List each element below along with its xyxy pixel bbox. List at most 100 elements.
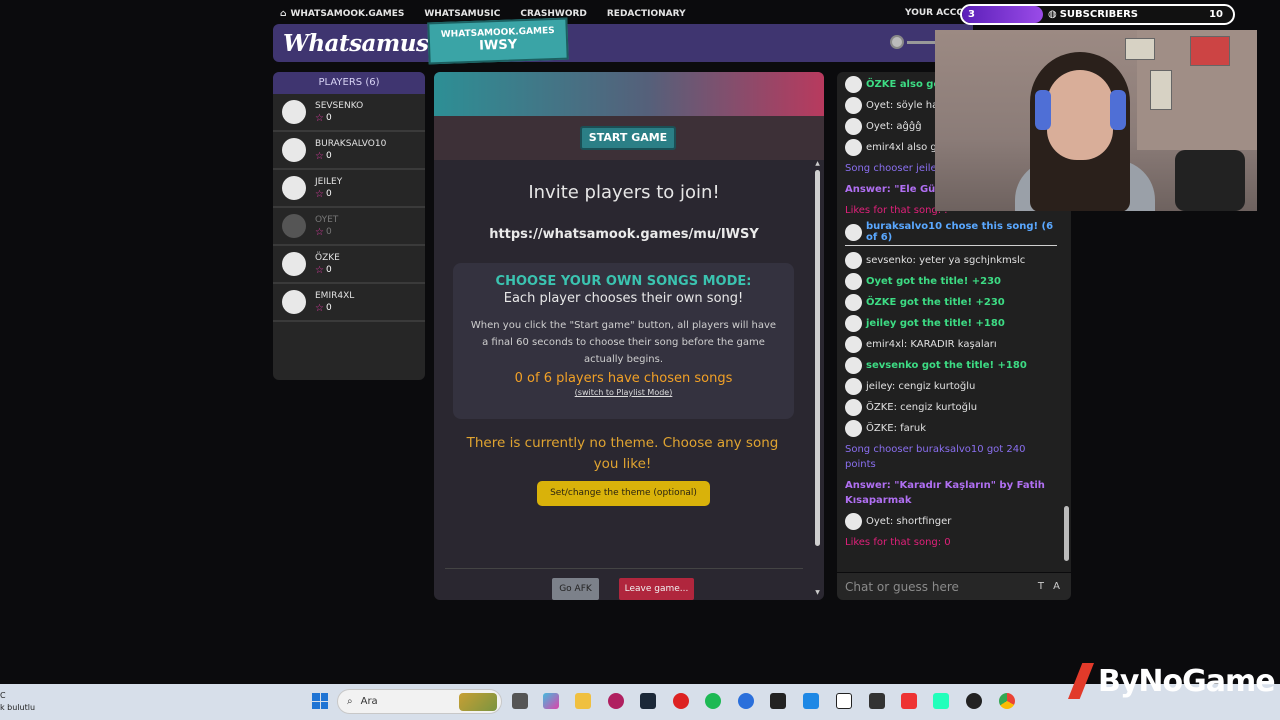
steam-icon[interactable] xyxy=(640,693,656,709)
spotify-icon[interactable] xyxy=(705,693,721,709)
player-row[interactable]: JEILEY ☆ 0 xyxy=(273,170,425,208)
webcam-chair xyxy=(1175,150,1245,211)
weather-widget[interactable]: C k bulutlu xyxy=(0,690,35,714)
player-score: ☆ 0 xyxy=(315,264,332,276)
player-info: SEVSENKO ☆ 0 xyxy=(315,101,363,124)
chat-message-text: sevsenko: yeter ya sgchjnkmslc xyxy=(866,255,1026,266)
invite-link[interactable]: https://whatsamook.games/mu/IWSY xyxy=(434,227,814,242)
app-icon[interactable] xyxy=(901,693,917,709)
chrome-icon[interactable] xyxy=(999,693,1015,709)
nav-redactionary-link[interactable]: REDACTIONARY xyxy=(607,9,686,19)
players-title: PLAYERS (6) xyxy=(273,72,425,94)
avatar xyxy=(845,357,862,374)
scroll-up-icon[interactable]: ▲ xyxy=(813,160,822,167)
mode-subtitle: Each player chooses their own song! xyxy=(503,291,744,306)
mode-title: CHOOSE YOUR OWN SONGS MODE: xyxy=(495,274,752,289)
avatar xyxy=(845,378,862,395)
chat-message-text: ÖZKE also got xyxy=(866,79,946,90)
app-icon[interactable] xyxy=(673,693,689,709)
player-name: ÖZKE xyxy=(315,252,340,263)
player-score: ☆ 0 xyxy=(315,226,332,238)
avatar xyxy=(845,513,862,530)
main-scrollbar[interactable]: ▲ ▼ xyxy=(813,160,822,596)
avatar xyxy=(845,118,862,135)
streamer-face xyxy=(1047,70,1113,160)
volume-track[interactable] xyxy=(907,40,935,44)
nav-home-link[interactable]: ⌂ WHATSAMOOK.GAMES xyxy=(280,9,404,19)
chat-system-message: Likes for that song: 0 xyxy=(845,537,951,548)
nav-whatsamusic-link[interactable]: WHATSAMUSIC xyxy=(424,9,500,19)
switch-playlist-mode-link[interactable]: (switch to Playlist Mode) xyxy=(453,388,794,397)
chat-message: ÖZKE got the title! +230 xyxy=(845,292,1057,313)
chat-message-text: ÖZKE: cengiz kurtoğlu xyxy=(866,402,978,413)
search-placeholder: Ara xyxy=(360,696,378,707)
leave-game-button[interactable]: Leave game... xyxy=(619,578,694,600)
avatar xyxy=(282,176,306,200)
chat-message-text: Oyet: aĝĝĝ xyxy=(866,121,922,132)
star-icon: ☆ xyxy=(315,112,324,124)
text-format-icon[interactable]: T A xyxy=(1038,581,1063,592)
avatar xyxy=(845,252,862,269)
chat-message-text: buraksalvo10 chose this song! (6 of 6) xyxy=(866,221,1054,243)
go-afk-button[interactable]: Go AFK xyxy=(552,578,599,600)
watermark-logo-icon xyxy=(1068,663,1094,699)
speaker-icon[interactable] xyxy=(890,35,904,49)
volume-slider[interactable] xyxy=(890,35,935,49)
obs-studio-icon[interactable] xyxy=(966,693,982,709)
avatar xyxy=(282,290,306,314)
room-code-tag: WHATSAMOOK.GAMES IWSY xyxy=(427,17,569,65)
copilot-icon[interactable] xyxy=(543,693,559,709)
app-store-icon[interactable] xyxy=(738,693,754,709)
start-game-button[interactable]: START GAME xyxy=(580,126,676,150)
mode-description: When you click the "Start game" button, … xyxy=(470,320,777,365)
player-score: ☆ 0 xyxy=(315,150,332,162)
chat-message: jeiley got the title! +180 xyxy=(845,313,1057,334)
app-logo[interactable]: Whatsamusic xyxy=(283,30,451,57)
players-panel: PLAYERS (6) SEVSENKO ☆ 0 BURAKSALVO10 ☆ 0 JEIL… xyxy=(273,72,425,380)
epic-games-icon[interactable] xyxy=(869,693,885,709)
player-info: EMIR4XL ☆ 0 xyxy=(315,291,354,314)
task-view-icon[interactable] xyxy=(512,693,528,709)
file-explorer-icon[interactable] xyxy=(575,693,591,709)
chat-message: ÖZKE: cengiz kurtoğlu xyxy=(845,397,1057,418)
player-row[interactable]: BURAKSALVO10 ☆ 0 xyxy=(273,132,425,170)
notion-icon[interactable] xyxy=(836,693,852,709)
chat-system-message: Song chooser buraksalvo10 got 240 points xyxy=(845,444,1026,470)
avatar xyxy=(845,273,862,290)
chat-message-text: emir4xl also g xyxy=(866,142,937,153)
ide-icon[interactable] xyxy=(770,693,786,709)
chat-message: sevsenko: yeter ya sgchjnkmslc xyxy=(845,250,1057,271)
player-row[interactable]: SEVSENKO ☆ 0 xyxy=(273,94,425,132)
windows-start-icon[interactable] xyxy=(312,693,328,709)
subscriber-goal: 10 xyxy=(1209,9,1223,20)
vscode-icon[interactable] xyxy=(803,693,819,709)
avatar xyxy=(845,336,862,353)
chat-message-text: Oyet got the title! +230 xyxy=(866,276,1002,287)
chat-message: Oyet got the title! +230 xyxy=(845,271,1057,292)
player-row[interactable]: ÖZKE ☆ 0 xyxy=(273,246,425,284)
wall-poster xyxy=(1150,70,1172,110)
chat-message-text: emir4xl: KARADIR kaşaları xyxy=(866,339,997,350)
chat-input[interactable] xyxy=(845,579,1038,594)
headphone-icon xyxy=(1110,90,1126,130)
chat-separator xyxy=(845,245,1057,246)
star-icon: ☆ xyxy=(315,302,324,314)
player-row[interactable]: OYET ☆ 0 xyxy=(273,208,425,246)
main-scroll-thumb[interactable] xyxy=(815,170,820,546)
app-icon[interactable] xyxy=(933,693,949,709)
divider xyxy=(445,568,803,569)
taskbar-search[interactable]: ⌕ Ara xyxy=(337,689,502,714)
star-icon: ☆ xyxy=(315,226,324,238)
player-score: ☆ 0 xyxy=(315,112,332,124)
avatar xyxy=(845,294,862,311)
player-name: JEILEY xyxy=(315,176,343,187)
set-theme-button[interactable]: Set/change the theme (optional) xyxy=(537,481,710,506)
avatar xyxy=(845,223,862,241)
scroll-down-icon[interactable]: ▼ xyxy=(813,589,822,596)
player-score: ☆ 0 xyxy=(315,188,332,200)
player-row[interactable]: EMIR4XL ☆ 0 xyxy=(273,284,425,322)
player-name: BURAKSALVO10 xyxy=(315,138,387,149)
avatar xyxy=(282,138,306,162)
obs-icon[interactable] xyxy=(608,693,624,709)
chat-scroll-thumb[interactable] xyxy=(1064,506,1069,561)
